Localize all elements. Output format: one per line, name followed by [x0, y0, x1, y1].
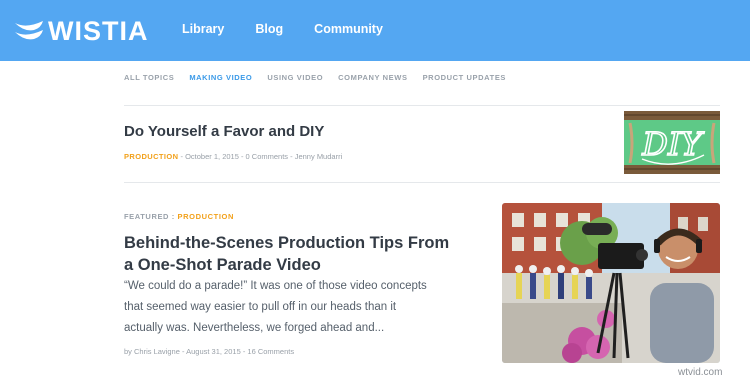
wistia-logo[interactable]: WISTIA — [14, 15, 149, 47]
post-meta-details: - October 1, 2015 - 0 Comments - Jenny M… — [178, 152, 343, 161]
nav-library-link[interactable]: Library — [182, 22, 224, 36]
main-nav: Library Blog Community — [182, 22, 414, 36]
topic-product-updates[interactable]: PRODUCT UPDATES — [423, 73, 506, 82]
nav-community-link[interactable]: Community — [314, 22, 383, 36]
post-category-production[interactable]: PRODUCTION — [124, 152, 178, 161]
watermark-text: wtvid.com — [678, 367, 723, 378]
diy-thumb-text: DIY — [641, 125, 704, 163]
post-byline: by Chris Lavigne - August 31, 2015 - 16 … — [124, 347, 295, 356]
wistia-logo-mark-icon — [15, 21, 43, 40]
parade-post-thumbnail[interactable] — [502, 203, 720, 363]
topic-company-news[interactable]: COMPANY NEWS — [338, 73, 407, 82]
post-category-production[interactable]: PRODUCTION — [178, 212, 234, 221]
featured-text: FEATURED — [124, 212, 170, 221]
site-header: WISTIA Library Blog Community — [0, 0, 750, 61]
featured-label: FEATURED : PRODUCTION — [124, 212, 234, 221]
post-excerpt: “We could do a parade!” It was one of th… — [124, 280, 427, 334]
topic-using-video[interactable]: USING VIDEO — [267, 73, 323, 82]
nav-blog-link[interactable]: Blog — [255, 22, 283, 36]
divider — [124, 105, 720, 106]
featured-separator: : — [169, 212, 178, 221]
wistia-wordmark: WISTIA — [48, 15, 149, 46]
diy-illustration-icon: DIY — [624, 111, 720, 174]
divider — [124, 182, 720, 183]
topic-filter-bar: ALL TOPICS MAKING VIDEO USING VIDEO COMP… — [124, 73, 521, 82]
diy-post-thumbnail[interactable]: DIY — [624, 111, 720, 174]
post-title-diy[interactable]: Do Yourself a Favor and DIY — [124, 123, 324, 140]
parade-photo-icon — [502, 203, 720, 363]
topic-making-video[interactable]: MAKING VIDEO — [189, 73, 252, 82]
post-meta-diy: PRODUCTION - October 1, 2015 - 0 Comment… — [124, 152, 342, 161]
topic-all-topics[interactable]: ALL TOPICS — [124, 73, 174, 82]
post-title-parade[interactable]: Behind-the-Scenes Production Tips From a… — [124, 232, 454, 276]
